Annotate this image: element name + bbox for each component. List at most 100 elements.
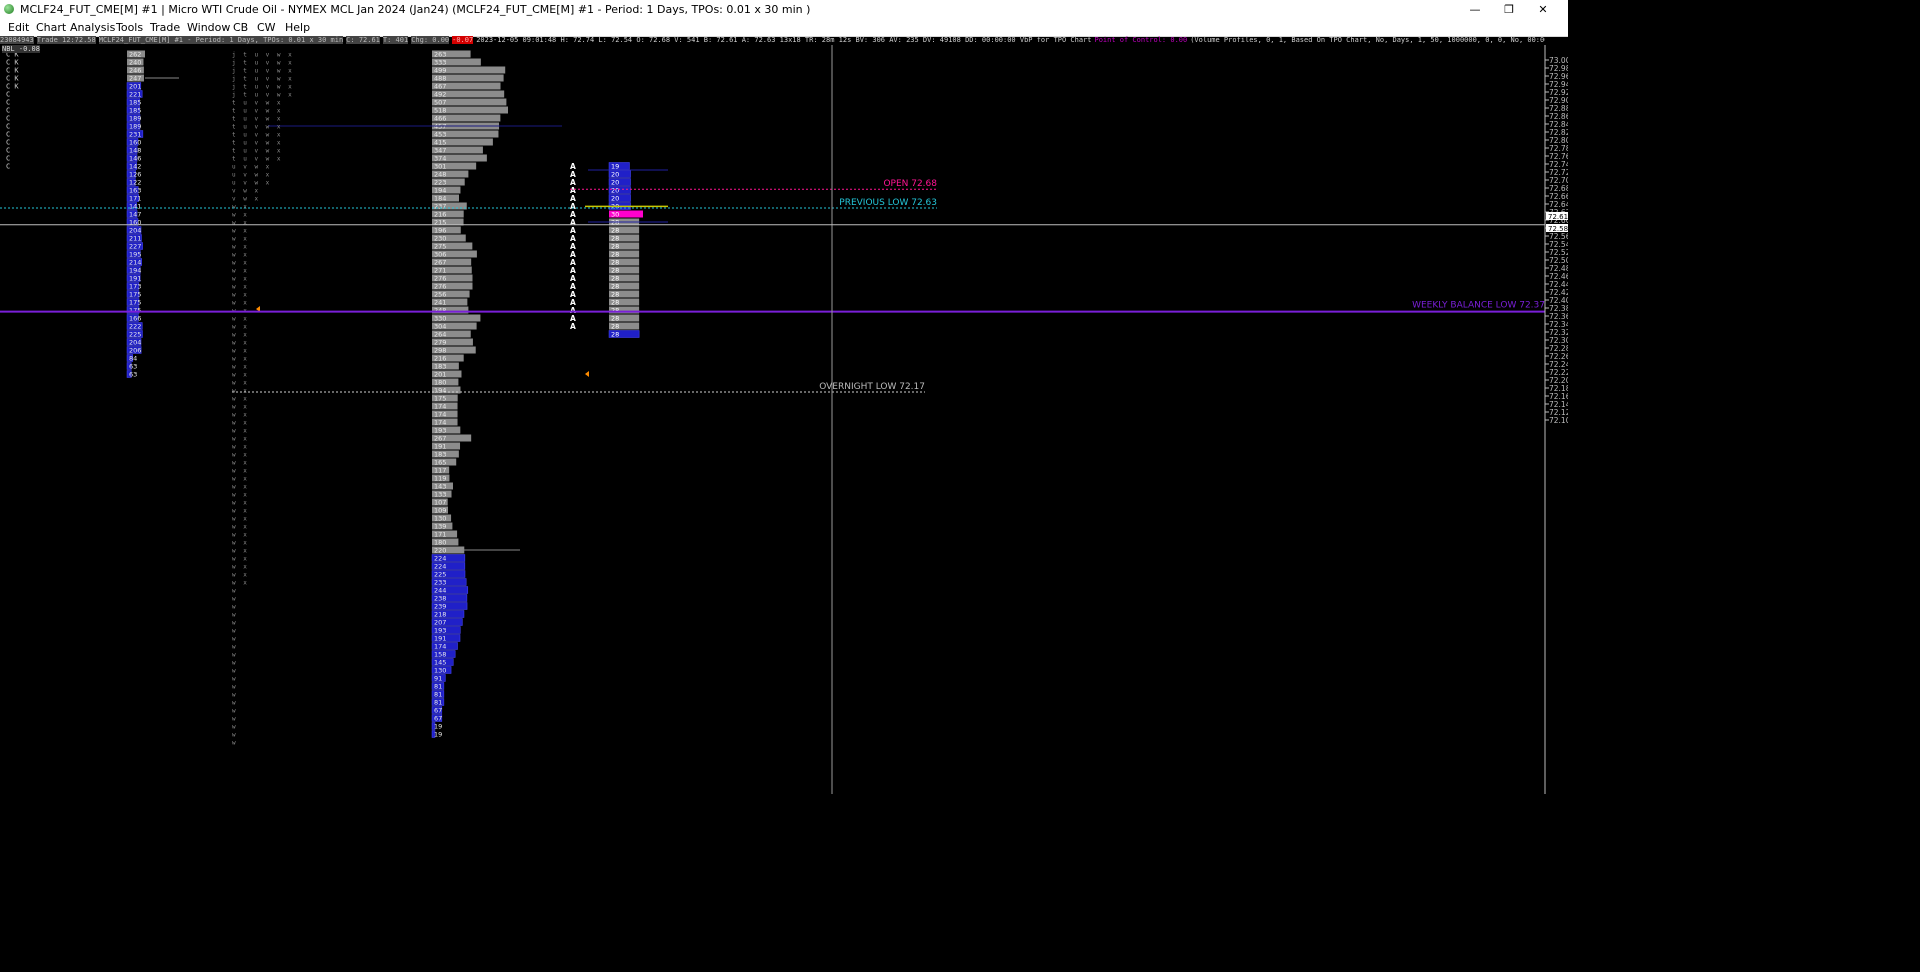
profile-a-label: 466 [434,115,446,123]
tpo-row-2: w [232,660,238,667]
tpo-row-2: t u v w x [232,148,283,155]
profile-b-label: 185 [129,99,141,107]
tpo-row-2: t u v w x [232,124,283,131]
profile-a-label: 174 [434,411,446,419]
tpo-row-2: w x [232,204,249,211]
tpo-row-2: w [232,684,238,691]
menu-cw[interactable]: CW [257,21,276,34]
tpo-row-2: w x [232,444,249,451]
minimize-button[interactable]: — [1458,0,1492,19]
tpo-row-1: C [6,139,10,147]
profile-c-label: 30 [611,211,619,219]
tpo-row-2: w x [232,548,249,555]
tpo-row-2: w x [232,388,249,395]
profile-b-label: 204 [129,227,141,235]
tpo-row-2: u v w x [232,164,271,171]
tpo-row-2: w [232,676,238,683]
tpo-row-2: w [232,692,238,699]
info-stats: 2023-12-05 09:01:48 H: 72.74 L: 72.54 O:… [476,36,1092,44]
chart-area[interactable]: 2633334994884674925075184664574534153473… [0,36,1568,794]
tpo-row-2: w [232,732,238,739]
info-change: Chg: 0.00 [411,36,450,44]
profile-b-label: 204 [129,339,141,347]
profile-a-label: 109 [434,507,446,515]
profile-b-label: 173 [129,283,141,291]
profile-b-label: 126 [129,171,141,179]
profile-a-label: 264 [434,331,446,339]
overnight-low-label: OVERNIGHT LOW 72.17 [819,382,925,392]
profile-b-label: 166 [129,315,141,323]
profile-c-label: 20 [611,171,619,179]
tpo-row-2: w [232,628,238,635]
tpo-row-2: w x [232,228,249,235]
tpo-row-2: w x [232,420,249,427]
tpo-row-2: w x [232,532,249,539]
profile-a-label: 238 [434,595,446,603]
menu-tools[interactable]: Tools [116,21,143,34]
profile-a-label: 81 [434,699,442,707]
volume-profiles: 2633334994884674925075184664574534153473… [126,50,668,739]
tpo-row-2: j t u v w x [232,84,294,91]
menu-help[interactable]: Help [285,21,310,34]
profile-a-label: 67 [434,707,442,715]
profile-a-label: 184 [434,195,446,203]
profile-a-label: 107 [434,499,446,507]
profile-b-label: 240 [129,59,141,67]
profile-a-label: 175 [434,395,446,403]
profile-b-label: 221 [129,91,141,99]
tpo-row-1: C [6,163,10,171]
profile-b-label: 231 [129,131,141,139]
profile-b-label: 63 [129,371,137,379]
tpo-row-2: w x [232,380,249,387]
tpo-row-2: w [232,588,238,595]
profile-b-label: 206 [129,347,141,355]
tpo-row-1: C [6,123,10,131]
tpo-row-2: w x [232,252,249,259]
profile-c-label: 20 [611,187,619,195]
tpo-row-2: w [232,652,238,659]
profile-b-label: 146 [129,155,141,163]
open-label: OPEN 72.68 [883,179,937,189]
info-poc: Point of Control: 0.00 [1094,36,1188,44]
menu-trade[interactable]: Trade [150,21,180,34]
nbl-badge: NBL -0.08 [2,45,40,53]
profile-a-label: 174 [434,419,446,427]
profile-a-label: 415 [434,139,446,147]
profile-a-label: 216 [434,355,446,363]
tpo-row-2: w x [232,356,249,363]
menu-cb[interactable]: CB [233,21,248,34]
profile-b-label: 262 [129,51,141,59]
profile-a-label: 467 [434,83,446,91]
menu-analysis[interactable]: Analysis [70,21,115,34]
profile-a-label: 171 [434,531,446,539]
tpo-row-2: w x [232,476,249,483]
tpo-row-2: t u v w x [232,132,283,139]
tpo-row-2: w x [232,340,249,347]
profile-b-label: 189 [129,123,141,131]
restore-button[interactable]: ❐ [1492,0,1526,19]
profile-a-label: 248 [434,307,446,315]
menu-chart[interactable]: Chart [36,21,66,34]
profile-b-label: 211 [129,235,141,243]
profile-a-label: 492 [434,91,446,99]
tpo-row-1: C [6,155,10,163]
tpo-row-2: w x [232,428,249,435]
menu-edit[interactable]: Edit [8,21,29,34]
tpo-row-2: w x [232,212,249,219]
menu-window[interactable]: Window [187,21,230,34]
profile-a-label: 374 [434,155,446,163]
tpo-row-2: w x [232,556,249,563]
close-button[interactable]: ✕ [1526,0,1560,19]
tpo-row-1: C K [6,67,19,75]
info-neg-change: -0.07 [452,36,474,44]
tpo-row-2: w x [232,460,249,467]
profile-a-label: 298 [434,347,446,355]
tpo-row-2: w x [232,364,249,371]
tpo-row-2: w x [232,580,249,587]
tpo-row-2: u v w x [232,172,271,179]
tpo-row-2: w x [232,524,249,531]
profile-a-label: 191 [434,635,446,643]
tpo-row-2: w x [232,236,249,243]
tpo-row-2: w x [232,412,249,419]
profile-b-label: 175 [129,307,141,315]
